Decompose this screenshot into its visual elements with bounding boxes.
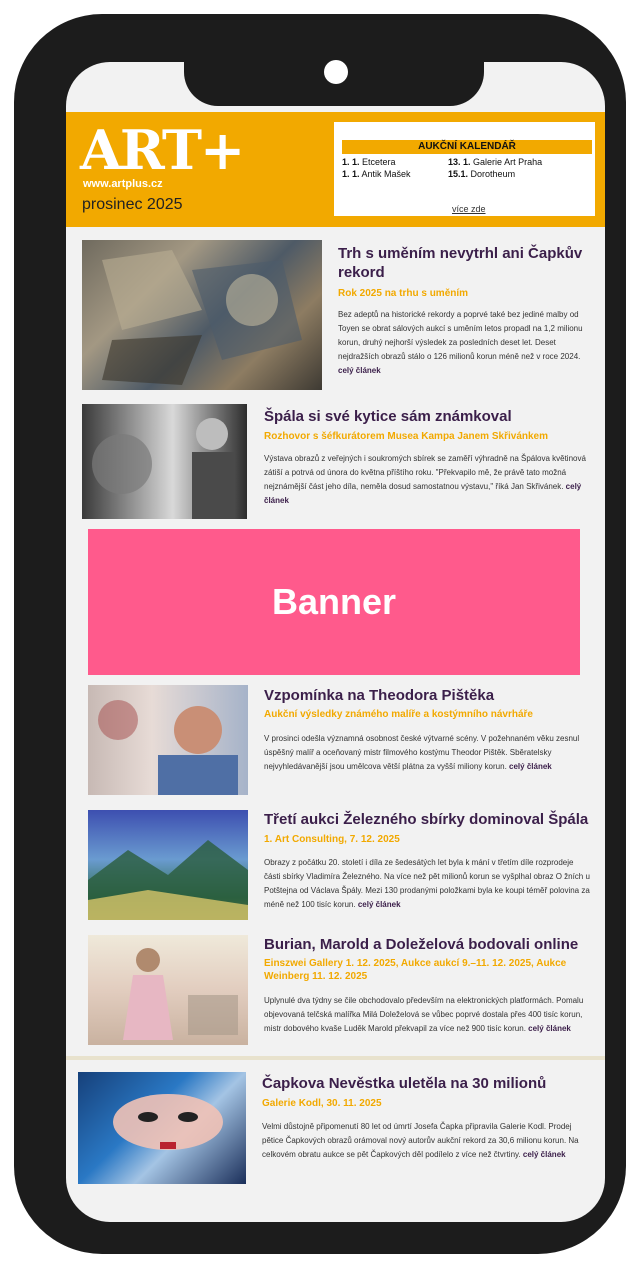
auction-calendar: AUKČNÍ KALENDÁŘ 1. 1. Etcetera 1. 1. Ant… <box>334 122 595 216</box>
article-subtitle: Rozhovor s šéfkurátorem Musea Kampa Jane… <box>264 431 548 442</box>
camera-icon <box>324 60 348 84</box>
issue-month: prosinec 2025 <box>82 196 183 213</box>
article-image[interactable] <box>82 240 322 390</box>
calendar-item: 1. 1. Antik Mašek <box>342 169 411 179</box>
calendar-item: 15.1. Dorotheum <box>448 169 516 179</box>
article-title[interactable]: Špála si své kytice sám známkoval <box>264 407 594 426</box>
article-title[interactable]: Trh s uměním nevytrhl ani Čapkův rekord <box>338 244 593 282</box>
article-subtitle: Einszwei Gallery 1. 12. 2025, Aukce aukc… <box>264 958 567 982</box>
site-url[interactable]: www.artplus.cz <box>83 178 163 190</box>
portrait-photo-image <box>92 418 234 519</box>
section-divider <box>66 1056 605 1060</box>
calendar-item: 13. 1. Galerie Art Praha <box>448 157 543 167</box>
article-image[interactable] <box>78 1072 246 1184</box>
article-subtitle: Rok 2025 na trhu s uměním <box>338 288 469 299</box>
article-image[interactable] <box>88 810 248 920</box>
read-more-link[interactable]: celý článek <box>338 366 381 375</box>
gouache-painting-image <box>123 948 238 1040</box>
article-subtitle: Aukční výsledky známého malíře a kostýmn… <box>264 709 533 720</box>
banner-ad[interactable]: Banner <box>88 529 580 675</box>
portrait-photo-image <box>98 700 238 795</box>
article-body: Výstava obrazů z veřejných i soukromých … <box>264 454 586 505</box>
read-more-link[interactable]: celý článek <box>523 1150 566 1159</box>
article-title[interactable]: Burian, Marold a Doleželová bodovali onl… <box>264 935 594 954</box>
read-more-link[interactable]: celý článek <box>509 762 552 771</box>
newsletter-header: ART+ www.artplus.cz prosinec 2025 AUKČNÍ… <box>66 112 605 227</box>
read-more-link[interactable]: celý článek <box>358 900 401 909</box>
article-image[interactable] <box>82 404 247 519</box>
article-body: V prosinci odešla významná osobnost česk… <box>264 734 580 771</box>
capek-painting-image <box>113 1094 223 1150</box>
artplus-logo[interactable]: ART+ <box>80 120 245 180</box>
cubist-painting-image <box>102 250 302 385</box>
article-title[interactable]: Třetí aukci Železného sbírky dominoval Š… <box>264 810 594 829</box>
calendar-more-link[interactable]: více zde <box>452 204 486 214</box>
calendar-title: AUKČNÍ KALENDÁŘ <box>342 140 592 154</box>
article-subtitle: Galerie Kodl, 30. 11. 2025 <box>262 1098 382 1109</box>
calendar-item: 1. 1. Etcetera <box>342 157 396 167</box>
article-image[interactable] <box>88 685 248 795</box>
article-body: Bez adeptů na historické rekordy a poprv… <box>338 310 583 375</box>
article-subtitle: 1. Art Consulting, 7. 12. 2025 <box>264 834 400 845</box>
banner-label: Banner <box>271 581 397 622</box>
article-body: Velmi důstojně připomenutí 80 let od úmr… <box>262 1122 579 1159</box>
landscape-painting-image <box>88 840 248 920</box>
article-title[interactable]: Čapkova Nevěstka uletěla na 30 milionů <box>262 1074 592 1093</box>
phone-notch <box>184 54 484 106</box>
article-body: Obrazy z počátku 20. století i díla ze š… <box>264 858 590 909</box>
article-title[interactable]: Vzpomínka na Theodora Pištěka <box>264 686 594 705</box>
screen: ART+ www.artplus.cz prosinec 2025 AUKČNÍ… <box>66 62 605 1222</box>
article-body: Uplynulé dva týdny se čile obchodovalo p… <box>264 996 584 1033</box>
article-image[interactable] <box>88 935 248 1045</box>
read-more-link[interactable]: celý článek <box>528 1024 571 1033</box>
